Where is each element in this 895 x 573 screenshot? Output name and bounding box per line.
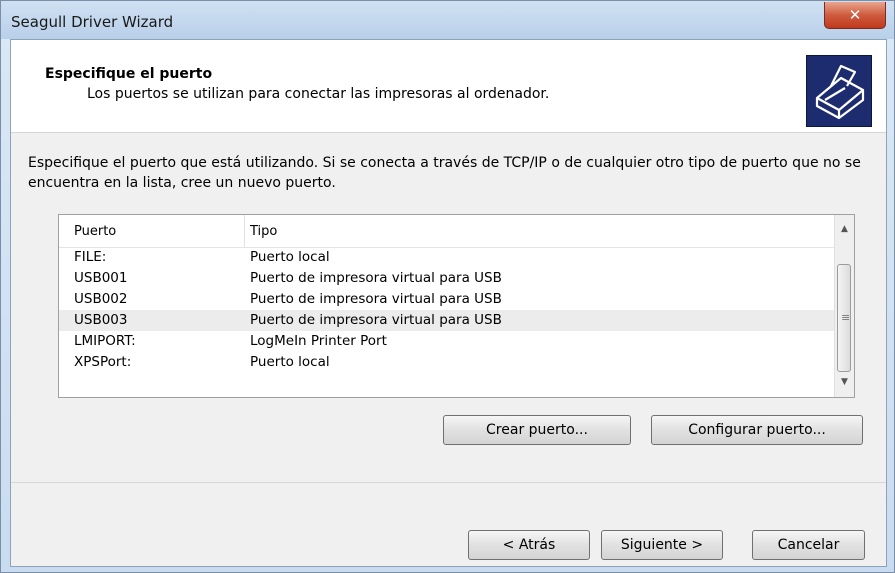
port-row-xpsport[interactable]: XPSPort: Puerto local bbox=[59, 352, 835, 373]
column-divider[interactable] bbox=[244, 215, 245, 247]
next-button[interactable]: Siguiente > bbox=[601, 530, 723, 560]
scroll-down-arrow-icon[interactable]: ▼ bbox=[835, 373, 854, 391]
close-icon: ✕ bbox=[848, 6, 862, 24]
port-row-lmiport[interactable]: LMIPORT: LogMeIn Printer Port bbox=[59, 331, 835, 352]
back-button[interactable]: < Atrás bbox=[468, 530, 590, 560]
port-name: USB002 bbox=[74, 291, 128, 307]
port-type: Puerto local bbox=[250, 354, 330, 370]
vertical-scrollbar[interactable]: ▲ ≡ ▼ bbox=[834, 215, 854, 397]
port-name: USB003 bbox=[74, 312, 128, 328]
footer-divider bbox=[11, 482, 886, 483]
window-title: Seagull Driver Wizard bbox=[11, 13, 174, 31]
port-type: Puerto de impresora virtual para USB bbox=[250, 270, 502, 286]
close-button[interactable]: ✕ bbox=[824, 2, 886, 29]
port-type: Puerto de impresora virtual para USB bbox=[250, 291, 502, 307]
port-type: Puerto local bbox=[250, 249, 330, 265]
page-subtitle: Los puertos se utilizan para conectar la… bbox=[87, 86, 550, 102]
port-name: USB001 bbox=[74, 270, 128, 286]
configure-port-button[interactable]: Configurar puerto... bbox=[651, 415, 863, 445]
wizard-client-area: Especifique el puerto Los puertos se uti… bbox=[10, 39, 887, 567]
port-list[interactable]: Puerto Tipo FILE: Puerto local USB001 Pu… bbox=[58, 214, 855, 398]
port-list-header: Puerto Tipo bbox=[59, 215, 835, 248]
wizard-window: Seagull Driver Wizard ✕ Especifique el p… bbox=[0, 0, 895, 573]
port-name: FILE: bbox=[74, 249, 107, 265]
port-name: XPSPort: bbox=[74, 354, 132, 370]
port-type: Puerto de impresora virtual para USB bbox=[250, 312, 502, 328]
instructions-text: Especifique el puerto que está utilizand… bbox=[28, 155, 861, 191]
port-list-body: FILE: Puerto local USB001 Puerto de impr… bbox=[59, 247, 835, 373]
port-row-usb001[interactable]: USB001 Puerto de impresora virtual para … bbox=[59, 268, 835, 289]
column-header-port[interactable]: Puerto bbox=[74, 224, 116, 239]
port-row-file[interactable]: FILE: Puerto local bbox=[59, 247, 835, 268]
scrollbar-thumb[interactable]: ≡ bbox=[837, 264, 851, 372]
printer-icon bbox=[806, 55, 872, 127]
grip-icon: ≡ bbox=[841, 311, 851, 324]
scroll-up-arrow-icon[interactable]: ▲ bbox=[835, 220, 854, 238]
cancel-button[interactable]: Cancelar bbox=[752, 530, 865, 560]
port-type: LogMeIn Printer Port bbox=[250, 333, 387, 349]
page-title: Especifique el puerto bbox=[45, 66, 213, 82]
wizard-header: Especifique el puerto Los puertos se uti… bbox=[11, 40, 886, 133]
create-port-button[interactable]: Crear puerto... bbox=[443, 415, 631, 445]
column-header-type[interactable]: Tipo bbox=[250, 224, 277, 239]
port-row-usb003[interactable]: USB003 Puerto de impresora virtual para … bbox=[59, 310, 835, 331]
port-row-usb002[interactable]: USB002 Puerto de impresora virtual para … bbox=[59, 289, 835, 310]
title-bar[interactable]: Seagull Driver Wizard ✕ bbox=[1, 1, 894, 39]
port-name: LMIPORT: bbox=[74, 333, 136, 349]
